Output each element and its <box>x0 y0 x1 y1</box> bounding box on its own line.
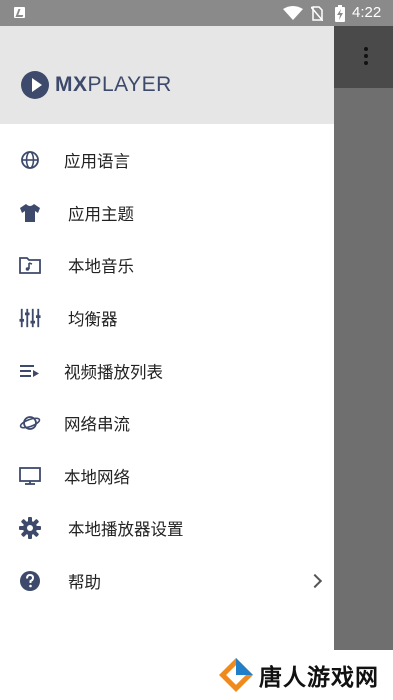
menu-item-app-language[interactable]: 应用语言 <box>0 134 334 187</box>
chevron-right-icon <box>307 573 323 589</box>
drawer-header: MXPLAYER <box>0 26 334 124</box>
mx-player-logo: MXPLAYER <box>21 71 172 99</box>
menu-item-local-network[interactable]: 本地网络 <box>0 450 334 503</box>
clock: 4:22 <box>352 4 382 21</box>
navigation-drawer: MXPLAYER 应用语言 应用主题 本地音乐 均衡器 视频播放列表 网络串流 … <box>0 26 334 700</box>
status-bar: 4:22 <box>0 0 393 26</box>
help-icon <box>19 570 41 592</box>
notification-icon <box>14 7 25 18</box>
menu-item-video-playlist[interactable]: 视频播放列表 <box>0 344 334 397</box>
menu-item-label: 均衡器 <box>68 310 118 330</box>
menu-item-player-settings[interactable]: 本地播放器设置 <box>0 502 334 555</box>
playlist-icon <box>19 360 41 382</box>
play-logo-icon <box>21 71 49 99</box>
tshirt-icon <box>19 202 41 224</box>
no-sim-icon <box>311 6 323 21</box>
menu-item-equalizer[interactable]: 均衡器 <box>0 292 334 345</box>
equalizer-icon <box>19 307 41 329</box>
monitor-icon <box>19 465 41 487</box>
menu-item-network-stream[interactable]: 网络串流 <box>0 397 334 450</box>
logo-text: MXPLAYER <box>55 73 172 96</box>
more-vert-icon[interactable] <box>364 47 368 68</box>
drawer-menu: 应用语言 应用主题 本地音乐 均衡器 视频播放列表 网络串流 本地网络 本地播放… <box>0 134 334 607</box>
menu-item-app-theme[interactable]: 应用主题 <box>0 187 334 240</box>
music-folder-icon <box>19 254 41 276</box>
menu-item-label: 本地音乐 <box>68 257 134 277</box>
watermark-text: 唐人游戏网 <box>259 665 379 691</box>
gear-icon <box>19 517 41 540</box>
menu-item-label: 网络串流 <box>64 415 130 435</box>
menu-item-label: 应用主题 <box>68 204 134 224</box>
watermark: 唐人游戏网 <box>193 650 393 700</box>
menu-item-label: 本地网络 <box>64 467 130 487</box>
menu-item-label: 视频播放列表 <box>64 362 163 382</box>
menu-item-local-music[interactable]: 本地音乐 <box>0 239 334 292</box>
network-stream-icon <box>19 412 41 434</box>
menu-item-label: 本地播放器设置 <box>68 520 184 540</box>
battery-charging-icon <box>335 5 345 22</box>
menu-item-label: 帮助 <box>68 573 101 593</box>
wifi-icon <box>283 6 303 20</box>
menu-item-help[interactable]: 帮助 <box>0 555 334 608</box>
watermark-logo-icon <box>219 658 253 692</box>
menu-item-label: 应用语言 <box>64 152 130 172</box>
globe-icon <box>19 149 41 171</box>
